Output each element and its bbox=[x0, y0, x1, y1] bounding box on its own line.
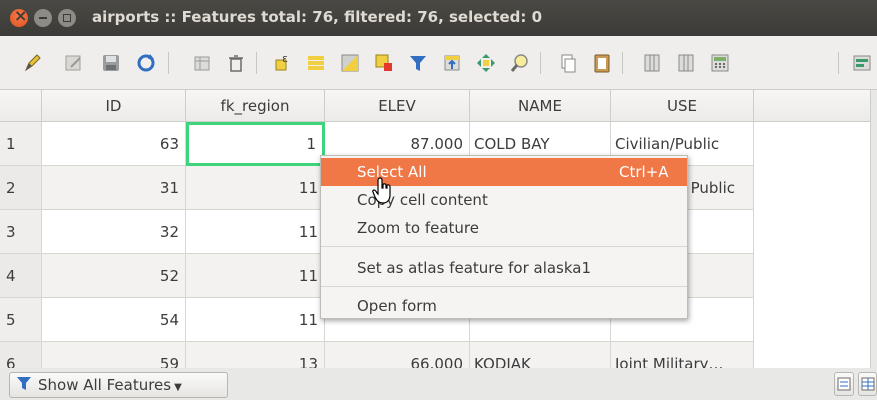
filter-icon bbox=[16, 375, 32, 395]
cell-id[interactable]: 52 bbox=[42, 254, 186, 298]
add-feature-icon[interactable] bbox=[190, 51, 214, 75]
column-header-fk-region[interactable]: fk_region bbox=[186, 90, 325, 122]
row-header[interactable]: 4 bbox=[0, 254, 42, 298]
mouse-cursor-icon bbox=[372, 176, 394, 206]
menu-item-label: Open form bbox=[357, 297, 437, 315]
table-view-button[interactable] bbox=[858, 372, 877, 396]
vertical-scrollbar[interactable] bbox=[870, 90, 877, 368]
field-calculator-icon[interactable] bbox=[708, 51, 732, 75]
show-features-filter-button[interactable]: Show All Features ▼ bbox=[9, 372, 228, 398]
reload-icon[interactable] bbox=[134, 51, 158, 75]
window-title: airports :: Features total: 76, filtered… bbox=[92, 8, 543, 26]
menu-item-label: Zoom to feature bbox=[357, 219, 479, 237]
edit-pencil-icon[interactable] bbox=[20, 51, 44, 75]
cell-fk-region[interactable]: 11 bbox=[186, 210, 325, 254]
form-view-button[interactable] bbox=[834, 372, 854, 396]
copy-icon[interactable] bbox=[556, 51, 580, 75]
save-edits-icon[interactable] bbox=[99, 51, 123, 75]
column-header-use[interactable]: USE bbox=[611, 90, 754, 122]
menu-item-zoom-to-feature[interactable]: Zoom to feature bbox=[321, 214, 687, 242]
cell-id[interactable]: 54 bbox=[42, 298, 186, 342]
column-header-name[interactable]: NAME bbox=[470, 90, 611, 122]
delete-feature-icon[interactable] bbox=[224, 51, 248, 75]
deselect-icon[interactable] bbox=[372, 51, 396, 75]
toggle-multiedit-icon[interactable] bbox=[62, 51, 86, 75]
toolbar: ε bbox=[0, 36, 877, 90]
row-header[interactable]: 5 bbox=[0, 298, 42, 342]
menu-item-open-form[interactable]: Open form bbox=[321, 292, 687, 320]
paste-icon[interactable] bbox=[590, 51, 614, 75]
row-header[interactable]: 2 bbox=[0, 166, 42, 210]
corner-header[interactable] bbox=[0, 90, 42, 122]
table-view-icon bbox=[861, 377, 875, 391]
row-header[interactable]: 1 bbox=[0, 122, 42, 166]
delete-field-icon[interactable] bbox=[674, 51, 698, 75]
cell-id[interactable]: 31 bbox=[42, 166, 186, 210]
menu-item-label: Set as atlas feature for alaska1 bbox=[357, 259, 592, 277]
move-selection-top-icon[interactable] bbox=[440, 51, 464, 75]
status-bar: Show All Features ▼ bbox=[0, 368, 877, 400]
window-close-button[interactable] bbox=[10, 6, 28, 27]
menu-separator bbox=[321, 286, 687, 287]
filter-label: Show All Features bbox=[38, 376, 172, 394]
row-header[interactable]: 3 bbox=[0, 210, 42, 254]
svg-text:ε: ε bbox=[282, 52, 288, 65]
cell-id[interactable]: 63 bbox=[42, 122, 186, 166]
title-bar: airports :: Features total: 76, filtered… bbox=[0, 0, 877, 36]
conditional-format-icon[interactable] bbox=[850, 51, 874, 75]
pan-to-selection-icon[interactable] bbox=[474, 51, 498, 75]
window-maximize-button[interactable] bbox=[58, 9, 76, 27]
new-field-icon[interactable] bbox=[640, 51, 664, 75]
column-header-id[interactable]: ID bbox=[42, 90, 186, 122]
cell-fk-region[interactable]: 1 bbox=[186, 122, 325, 166]
cell-fk-region[interactable]: 11 bbox=[186, 254, 325, 298]
menu-item-shortcut: Ctrl+A bbox=[619, 163, 669, 181]
cell-fk-region[interactable]: 11 bbox=[186, 166, 325, 210]
expression-select-icon[interactable]: ε bbox=[272, 51, 296, 75]
cell-fk-region[interactable]: 11 bbox=[186, 298, 325, 342]
zoom-to-selection-icon[interactable] bbox=[508, 51, 532, 75]
column-header-elev[interactable]: ELEV bbox=[325, 90, 470, 122]
window-minimize-button[interactable] bbox=[34, 9, 52, 27]
cell-id[interactable]: 32 bbox=[42, 210, 186, 254]
select-all-icon[interactable] bbox=[304, 51, 328, 75]
form-view-icon bbox=[837, 377, 851, 391]
chevron-down-icon: ▼ bbox=[174, 381, 182, 393]
menu-item-set-atlas-feature[interactable]: Set as atlas feature for alaska1 bbox=[321, 254, 687, 282]
invert-selection-icon[interactable] bbox=[338, 51, 362, 75]
filter-select-icon[interactable] bbox=[406, 51, 430, 75]
column-header-filler bbox=[754, 90, 870, 122]
menu-separator bbox=[321, 246, 687, 247]
